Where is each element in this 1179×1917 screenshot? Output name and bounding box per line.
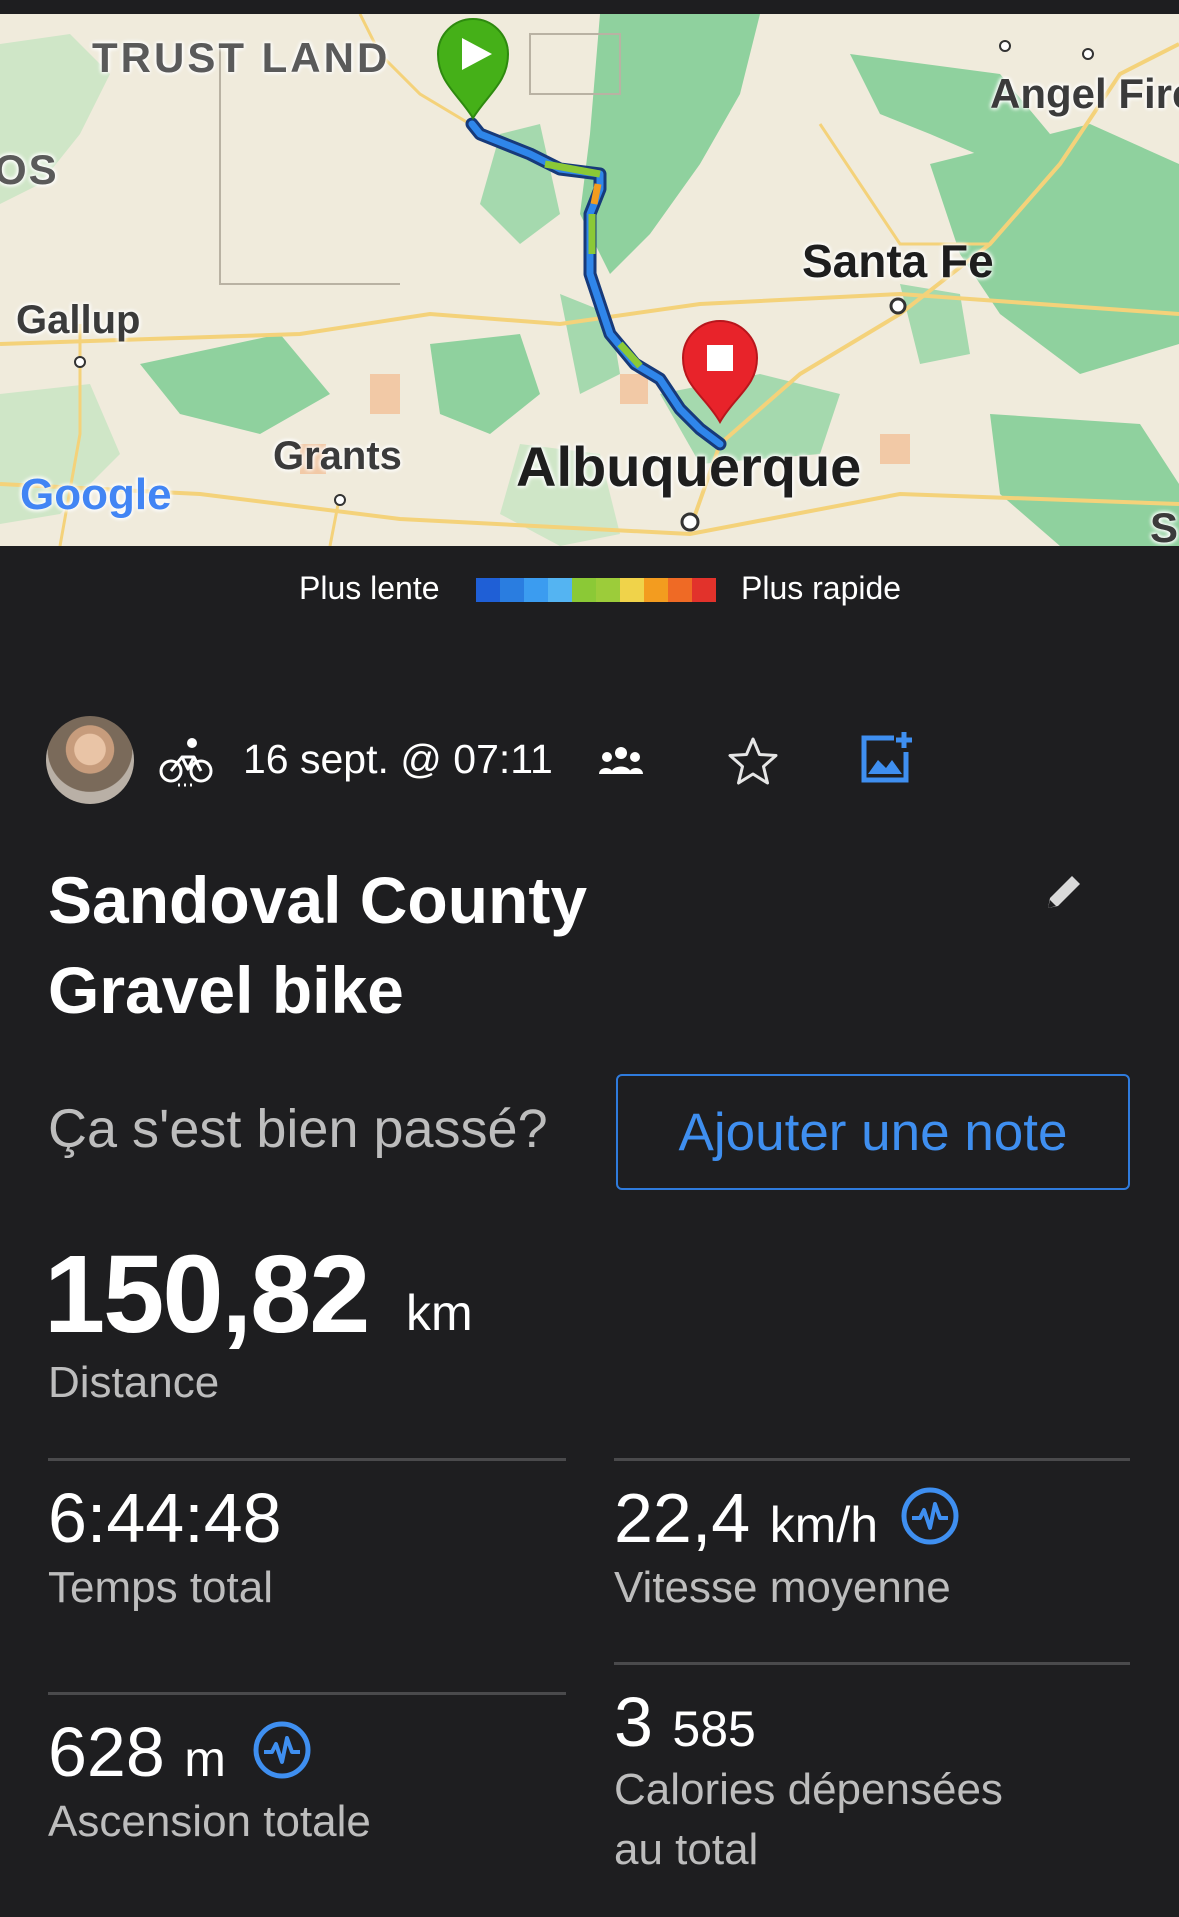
avg-speed: 22,4 km/h [614,1482,878,1561]
legend-color-swatch [476,578,500,602]
bike-icon [159,738,213,787]
legend-slower-label: Plus lente [299,570,440,606]
legend-color-swatch [644,578,668,602]
stop-icon [707,345,733,371]
legend-color-bar [476,578,716,602]
legend-color-swatch [668,578,692,602]
route-map[interactable]: TRUST LAND OS Gallup Grants Albuquerque … [0,14,1179,546]
divider [614,1662,1130,1665]
avatar[interactable] [46,716,134,804]
legend-color-swatch [596,578,620,602]
map-label-os: OS [0,146,59,193]
ascent-value: 628 [48,1713,165,1791]
avg-speed-unit: km/h [769,1497,879,1553]
legend-faster-label: Plus rapide [741,570,902,606]
map-label-grants: Grants [273,434,402,478]
legend-color-swatch [692,578,716,602]
legend-color-swatch [572,578,596,602]
calories-value-small: 585 [672,1701,756,1757]
activity-title: Sandoval County Gravel bike [48,855,948,1035]
legend-color-swatch [620,578,644,602]
calories-label-line1: Calories dépensées [614,1765,1003,1814]
group-icon[interactable] [598,744,644,778]
heart-rate-badge-icon[interactable] [900,1486,960,1546]
distance-unit: km [406,1285,473,1341]
elevation-badge-icon[interactable] [252,1720,312,1780]
calories-value-big: 3 [614,1683,653,1761]
avg-speed-label: Vitesse moyenne [614,1563,951,1612]
favorite-star-icon[interactable] [726,735,780,789]
activity-title-line2: Gravel bike [48,953,404,1027]
activity-title-line1: Sandoval County [48,863,588,937]
map-label-santa-fe: Santa Fe [802,235,994,287]
add-photo-icon[interactable] [858,730,914,786]
avg-speed-value: 22,4 [614,1479,751,1557]
ascent: 628 m [48,1716,226,1795]
google-logo: Google [20,470,172,519]
ascent-label: Ascension totale [48,1797,371,1846]
legend-color-swatch [524,578,548,602]
edit-pencil-icon[interactable] [1040,868,1088,916]
activity-date: 16 sept. @ 07:11 [243,736,553,782]
map-label-s: S [1150,504,1179,546]
map-label-gallup: Gallup [16,298,141,342]
calories-label-line2: au total [614,1825,759,1874]
ascent-unit: m [184,1731,226,1787]
total-time-value: 6:44:48 [48,1479,282,1557]
feeling-question: Ça s'est bien passé? [48,1099,548,1159]
calories-label: Calories dépensées au total [614,1760,1003,1880]
map-label-albuquerque: Albuquerque [516,435,862,498]
top-bar [0,0,1179,14]
distance-value: 150,82 [44,1233,370,1356]
legend-color-swatch [500,578,524,602]
calories: 3 585 [614,1686,756,1765]
legend-color-swatch [548,578,572,602]
map-label-trust-land: TRUST LAND [92,34,391,81]
map-label-angel-fire: Angel Fire [990,70,1179,117]
divider [48,1458,566,1461]
add-note-button[interactable]: Ajouter une note [616,1074,1130,1190]
divider [48,1692,566,1695]
distance-label: Distance [48,1358,220,1407]
divider [614,1458,1130,1461]
total-time-label: Temps total [48,1563,273,1612]
